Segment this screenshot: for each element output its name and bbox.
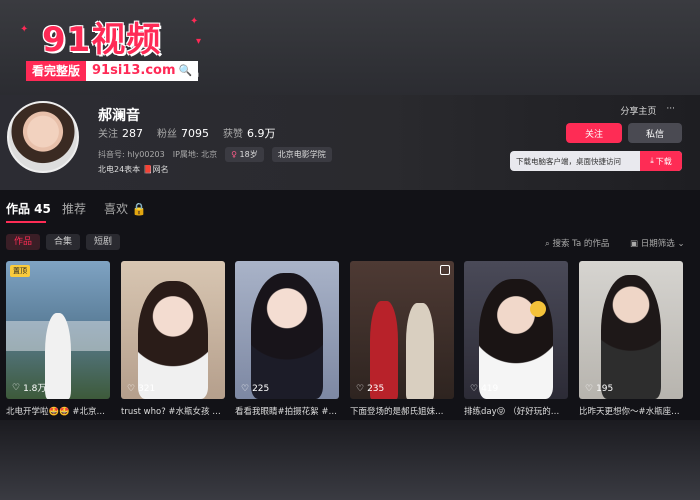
video-thumbnail[interactable]: ♡ 419	[464, 261, 568, 399]
sparkle-icon: ✦	[20, 24, 29, 35]
stat-label: 获赞	[223, 129, 243, 140]
profile-bio: 北电24表本 📕网名	[98, 165, 169, 174]
stat-label: 粉丝	[157, 129, 177, 140]
video-thumbnail[interactable]: ♡ 225	[235, 261, 339, 399]
school-badge[interactable]: 北京电影学院	[271, 147, 332, 162]
download-button[interactable]: ⤓ 下载	[640, 151, 682, 171]
download-text: 下载电脑客户端，桌面快捷访问	[516, 156, 621, 166]
stat-likes: 获赞 6.9万	[223, 125, 276, 141]
avatar[interactable]	[7, 101, 79, 173]
share-profile-link[interactable]: 分享主页	[620, 104, 656, 117]
heart-icon: ♡	[241, 384, 250, 394]
likes-value: 195	[596, 384, 614, 394]
logo-tag: 看完整版	[26, 61, 87, 81]
video-thumbnail[interactable]: ♡ 321	[121, 261, 225, 399]
age-badge: 18岁	[225, 147, 264, 162]
profile-meta: 抖音号: hly00203 IP属地: 北京 18岁 北京电影学院	[98, 147, 332, 162]
subtab-collections[interactable]: 合集	[46, 234, 81, 250]
video-thumbnail[interactable]: ♡ 235	[350, 261, 454, 399]
calendar-icon: ▣	[630, 239, 639, 249]
pinned-badge: 置顶	[10, 265, 30, 277]
profile-tabs: 作品 45 推荐 喜欢 🔒	[0, 190, 700, 224]
date-filter[interactable]: ▣ 日期筛选 ⌄	[630, 237, 685, 249]
likes-count: ♡ 235	[356, 384, 384, 394]
subtabs: 作品 合集 短剧 ⌕ 搜索 Ta 的作品 ▣ 日期筛选 ⌄	[0, 230, 700, 254]
tab-likes[interactable]: 喜欢 🔒	[104, 200, 147, 217]
emoji-icon	[530, 301, 546, 317]
video-card[interactable]: 置顶 ♡ 1.8万 北电开学啦🤩🤩 #北京…	[6, 261, 110, 417]
profile-stats: 关注 287 粉丝 7095 获赞 6.9万	[98, 125, 276, 141]
sparkle-icon: ▾	[196, 36, 202, 47]
heart-icon: ♡	[127, 384, 136, 394]
likes-value: 1.8万	[23, 384, 47, 394]
subtab-short-drama[interactable]: 短剧	[86, 234, 121, 250]
account-id: 抖音号: hly00203	[98, 150, 165, 159]
likes-count: ♡ 321	[127, 384, 155, 394]
hand-cursor-icon: ☝	[190, 62, 200, 81]
promo-banner[interactable]: ✦ ✦ ▾ 91视频 看完整版 91si13.com 🔍 ☝	[0, 0, 700, 95]
stat-value: 287	[122, 127, 143, 140]
heart-icon: ♡	[356, 384, 365, 394]
likes-count: ♡ 225	[241, 384, 269, 394]
tab-recommend[interactable]: 推荐	[62, 200, 86, 217]
subtab-works[interactable]: 作品	[6, 234, 41, 250]
video-caption[interactable]: trust who? #水瓶女孩 …	[121, 405, 225, 417]
logo-url-text: 91si13.com	[92, 63, 176, 78]
stat-followers[interactable]: 粉丝 7095	[157, 125, 209, 141]
stat-label: 关注	[98, 129, 118, 140]
likes-value: 321	[138, 384, 156, 394]
likes-count: ♡ 195	[585, 384, 613, 394]
tab-underline	[6, 221, 46, 223]
profile-name: 郝澜音	[98, 108, 140, 124]
likes-count: ♡ 419	[470, 384, 498, 394]
search-works-label: 搜索 Ta 的作品	[552, 239, 610, 249]
video-card[interactable]: ♡ 321 trust who? #水瓶女孩 …	[121, 261, 225, 417]
search-icon: ⌕	[545, 239, 550, 249]
tab-works[interactable]: 作品 45	[6, 200, 51, 217]
download-icon: ⤓	[650, 156, 654, 165]
video-card[interactable]: ♡ 195 比昨天更想你～#水瓶座…	[579, 261, 683, 417]
video-card[interactable]: ♡ 225 看看我眼睛#拍摄花絮 #…	[235, 261, 339, 417]
video-thumbnail[interactable]: 置顶 ♡ 1.8万	[6, 261, 110, 399]
chevron-down-icon: ⌄	[677, 239, 685, 249]
search-works-link[interactable]: ⌕ 搜索 Ta 的作品	[545, 237, 609, 249]
multi-image-icon	[440, 265, 450, 275]
video-caption[interactable]: 排练day😝 （好好玩的…	[464, 405, 568, 417]
profile-header: 郝澜音 关注 287 粉丝 7095 获赞 6.9万 抖音号: hly00203 IP…	[0, 95, 700, 190]
download-client-bar: 下载电脑客户端，桌面快捷访问 ⤓ 下载	[510, 151, 682, 171]
video-caption[interactable]: 北电开学啦🤩🤩 #北京…	[6, 405, 110, 417]
video-caption[interactable]: 下面登场的是郝氏姐妹…	[350, 405, 454, 417]
likes-value: 419	[481, 384, 499, 394]
stat-value: 7095	[181, 127, 209, 140]
follow-button[interactable]: 关注	[566, 123, 622, 143]
video-grid: 置顶 ♡ 1.8万 北电开学啦🤩🤩 #北京… ♡ 321 trust who? #水…	[6, 261, 696, 421]
video-card[interactable]: ♡ 235 下面登场的是郝氏姐妹…	[350, 261, 454, 417]
download-button-label: 下载	[655, 156, 672, 166]
more-icon[interactable]: ···	[666, 104, 675, 117]
video-card[interactable]: ♡ 419 排练day😝 （好好玩的…	[464, 261, 568, 417]
share-area: 分享主页 ···	[620, 104, 675, 117]
message-button[interactable]: 私信	[628, 123, 682, 143]
likes-count: ♡ 1.8万	[12, 381, 47, 395]
video-caption[interactable]: 看看我眼睛#拍摄花絮 #…	[235, 405, 339, 417]
video-thumbnail[interactable]: ♡ 195	[579, 261, 683, 399]
logo-text: 91视频	[42, 20, 162, 60]
video-caption[interactable]: 比昨天更想你～#水瓶座…	[579, 405, 683, 417]
heart-icon: ♡	[470, 384, 479, 394]
date-filter-label: 日期筛选	[640, 239, 675, 249]
bottom-fade	[0, 420, 700, 500]
sparkle-icon: ✦	[190, 16, 199, 27]
logo-sub: 看完整版 91si13.com 🔍	[26, 61, 199, 81]
heart-icon: ♡	[585, 384, 594, 394]
likes-value: 235	[367, 384, 385, 394]
stat-following[interactable]: 关注 287	[98, 125, 143, 141]
heart-icon: ♡	[12, 382, 21, 393]
likes-value: 225	[252, 384, 270, 394]
promo-logo[interactable]: ✦ ✦ ▾ 91视频 看完整版 91si13.com 🔍	[20, 6, 210, 86]
logo-url: 91si13.com 🔍	[86, 61, 199, 81]
stat-value: 6.9万	[247, 127, 276, 140]
ip-location: IP属地: 北京	[172, 150, 218, 159]
